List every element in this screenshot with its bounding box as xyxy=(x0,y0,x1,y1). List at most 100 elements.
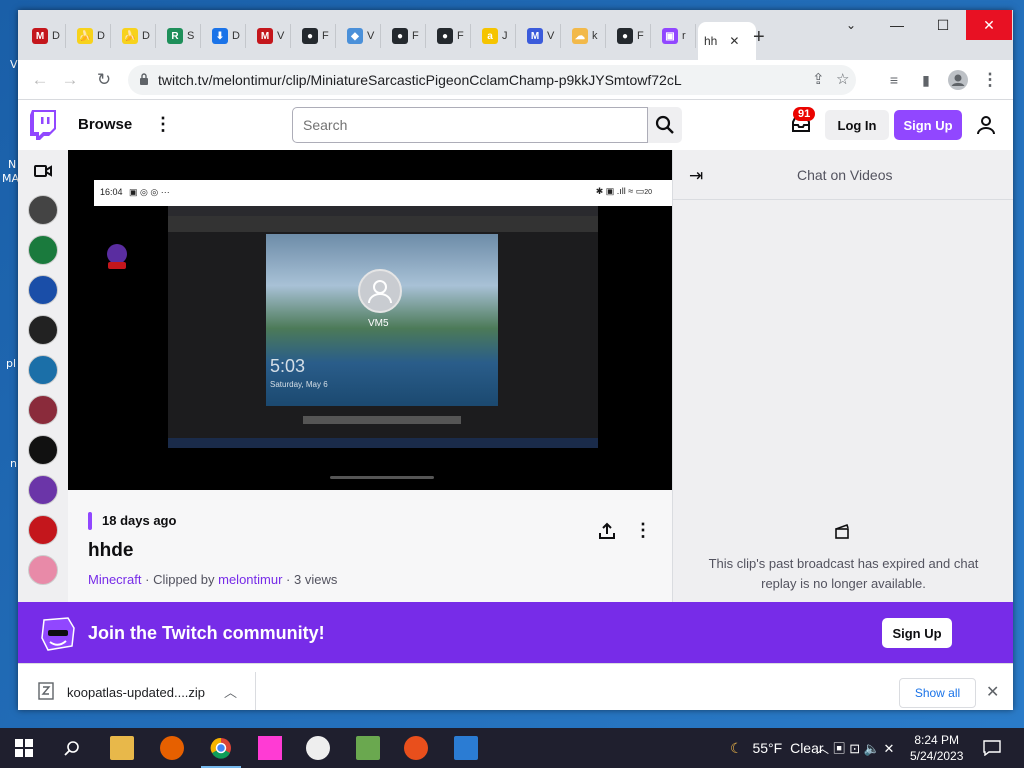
clipper-link[interactable]: melontimur xyxy=(218,572,282,587)
chat-header: ⇥ Chat on Videos xyxy=(673,150,1013,200)
video-camera-icon[interactable] xyxy=(34,164,52,178)
close-download-bar-icon[interactable]: ✕ xyxy=(986,682,999,702)
followed-channel-avatar[interactable] xyxy=(28,195,58,225)
banner-sign-up-button[interactable]: Sign Up xyxy=(882,618,952,648)
maximize-button[interactable]: ☐ xyxy=(920,10,966,40)
chrome-menu-icon[interactable]: ⋮ xyxy=(978,68,1002,92)
share-icon[interactable] xyxy=(598,522,616,540)
profile-avatar[interactable] xyxy=(946,68,970,92)
notification-center-icon[interactable] xyxy=(980,736,1004,760)
browser-tab[interactable]: RS xyxy=(161,24,201,48)
sign-up-button[interactable]: Sign Up xyxy=(894,110,962,140)
followed-channel-avatar[interactable] xyxy=(28,395,58,425)
clip-video-player[interactable]: 16:04 ▣ ◎ ◎ ··· ✱ ▣ .ıll ≈ ▭20 VM5 5:03 … xyxy=(68,150,672,490)
more-clip-options-icon[interactable]: ⋮ xyxy=(634,520,652,541)
firefox-icon[interactable] xyxy=(160,736,184,760)
system-tray-icons[interactable]: ︿ ▣ ⊡ 🔈 ✕ xyxy=(816,738,894,757)
fish-icon: ◆ xyxy=(347,28,363,44)
mega-icon: M xyxy=(32,28,48,44)
browser-tab[interactable]: MD xyxy=(26,24,66,48)
show-all-button[interactable]: Show all xyxy=(899,678,976,708)
browser-tab[interactable]: 🍌 D xyxy=(116,24,156,48)
app-taskbar-icon[interactable] xyxy=(454,736,478,760)
clock-date: 5/24/2023 xyxy=(910,749,964,763)
close-window-button[interactable]: ✕ xyxy=(966,10,1012,40)
chevron-up-icon[interactable]: ︿ xyxy=(224,682,237,701)
browser-tab[interactable]: ☁ k xyxy=(566,24,606,48)
share-page-icon[interactable]: ⇪ xyxy=(812,70,825,88)
collapse-chat-icon[interactable]: ⇥ xyxy=(689,166,703,186)
followed-channel-avatar[interactable] xyxy=(28,315,58,345)
browser-tab[interactable]: ● F xyxy=(431,24,471,48)
browser-tab[interactable]: MV xyxy=(251,24,291,48)
file-explorer-icon[interactable] xyxy=(110,736,134,760)
github-icon: ● xyxy=(437,28,453,44)
browser-tab[interactable]: ⬇ D xyxy=(206,24,246,48)
side-panel-icon[interactable]: ▮ xyxy=(914,68,938,92)
tab-active[interactable]: hh ✕ xyxy=(698,22,756,60)
accent-bar xyxy=(88,512,92,530)
chrome-icon[interactable] xyxy=(201,736,241,768)
twitch-logo-icon[interactable] xyxy=(30,110,56,140)
twitch-live-icon xyxy=(107,244,127,269)
tab-label: hh xyxy=(704,34,718,48)
browser-tab[interactable]: 🍌 D xyxy=(71,24,111,48)
minimize-button[interactable]: — xyxy=(874,10,920,40)
log-in-button[interactable]: Log In xyxy=(825,110,889,140)
search-taskbar-icon[interactable] xyxy=(60,736,84,760)
app-taskbar-icon[interactable] xyxy=(404,736,428,760)
search-input[interactable] xyxy=(292,107,648,143)
tab-label: F xyxy=(457,30,464,42)
clip-seek-bar[interactable] xyxy=(330,476,434,479)
clipped-by-label: Clipped by xyxy=(153,572,215,587)
browser-tab[interactable]: ◆ V xyxy=(341,24,381,48)
followed-channel-avatar[interactable] xyxy=(28,235,58,265)
browse-link[interactable]: Browse xyxy=(78,116,132,133)
start-button[interactable] xyxy=(12,736,36,760)
reload-button[interactable]: ↻ xyxy=(92,68,116,92)
github-icon: ● xyxy=(392,28,408,44)
new-tab-button[interactable]: + xyxy=(753,26,765,49)
download-filename[interactable]: koopatlas-updated....zip xyxy=(67,685,205,700)
browser-tab[interactable]: ▣ r xyxy=(656,24,696,48)
clip-title: hhde xyxy=(88,540,134,561)
close-tab-icon[interactable]: ✕ xyxy=(729,34,739,48)
app-taskbar-icon[interactable] xyxy=(306,736,330,760)
clip-screen: VM5 5:03 Saturday, May 6 xyxy=(94,206,672,479)
app-taskbar-icon[interactable] xyxy=(356,736,380,760)
user-icon[interactable] xyxy=(976,115,996,135)
followed-channels-sidebar xyxy=(18,150,68,602)
vm-lock-date: Saturday, May 6 xyxy=(270,380,328,389)
more-options-icon[interactable]: ⋮ xyxy=(154,114,172,135)
tab-label: V xyxy=(547,30,555,42)
followed-channel-avatar[interactable] xyxy=(28,475,58,505)
desktop-icon-label: pl xyxy=(6,357,17,370)
a-icon: a xyxy=(482,28,498,44)
game-link[interactable]: Minecraft xyxy=(88,572,141,587)
tab-search-icon[interactable]: ⌄ xyxy=(828,10,874,40)
browser-tab[interactable]: ● F xyxy=(296,24,336,48)
browser-tab[interactable]: aJ xyxy=(476,24,516,48)
back-button[interactable]: ← xyxy=(28,68,52,92)
followed-channel-avatar[interactable] xyxy=(28,435,58,465)
browser-tab[interactable]: ● F xyxy=(611,24,651,48)
followed-channel-avatar[interactable] xyxy=(28,275,58,305)
tab-label: S xyxy=(187,30,195,42)
followed-channel-avatar[interactable] xyxy=(28,355,58,385)
browser-tab[interactable]: ● F xyxy=(386,24,426,48)
taskbar-clock[interactable]: 8:24 PM 5/24/2023 xyxy=(910,732,963,764)
weather-widget[interactable]: ☾ 55°F Clear xyxy=(730,740,824,757)
clock-time: 8:24 PM xyxy=(914,733,960,747)
address-bar[interactable]: twitch.tv/melontimur/clip/MiniatureSarca… xyxy=(128,65,856,95)
browser-tab[interactable]: MV xyxy=(521,24,561,48)
bookmark-star-icon[interactable]: ☆ xyxy=(836,70,849,88)
app-taskbar-icon[interactable] xyxy=(258,736,282,760)
tab-label: D xyxy=(97,30,105,42)
notification-badge: 91 xyxy=(793,107,816,121)
followed-channel-avatar[interactable] xyxy=(28,515,58,545)
search-button[interactable] xyxy=(648,107,682,143)
followed-channel-avatar[interactable] xyxy=(28,555,58,585)
forward-button[interactable]: → xyxy=(58,68,82,92)
tab-label: F xyxy=(637,30,644,42)
media-control-icon[interactable]: ≡ xyxy=(882,68,906,92)
